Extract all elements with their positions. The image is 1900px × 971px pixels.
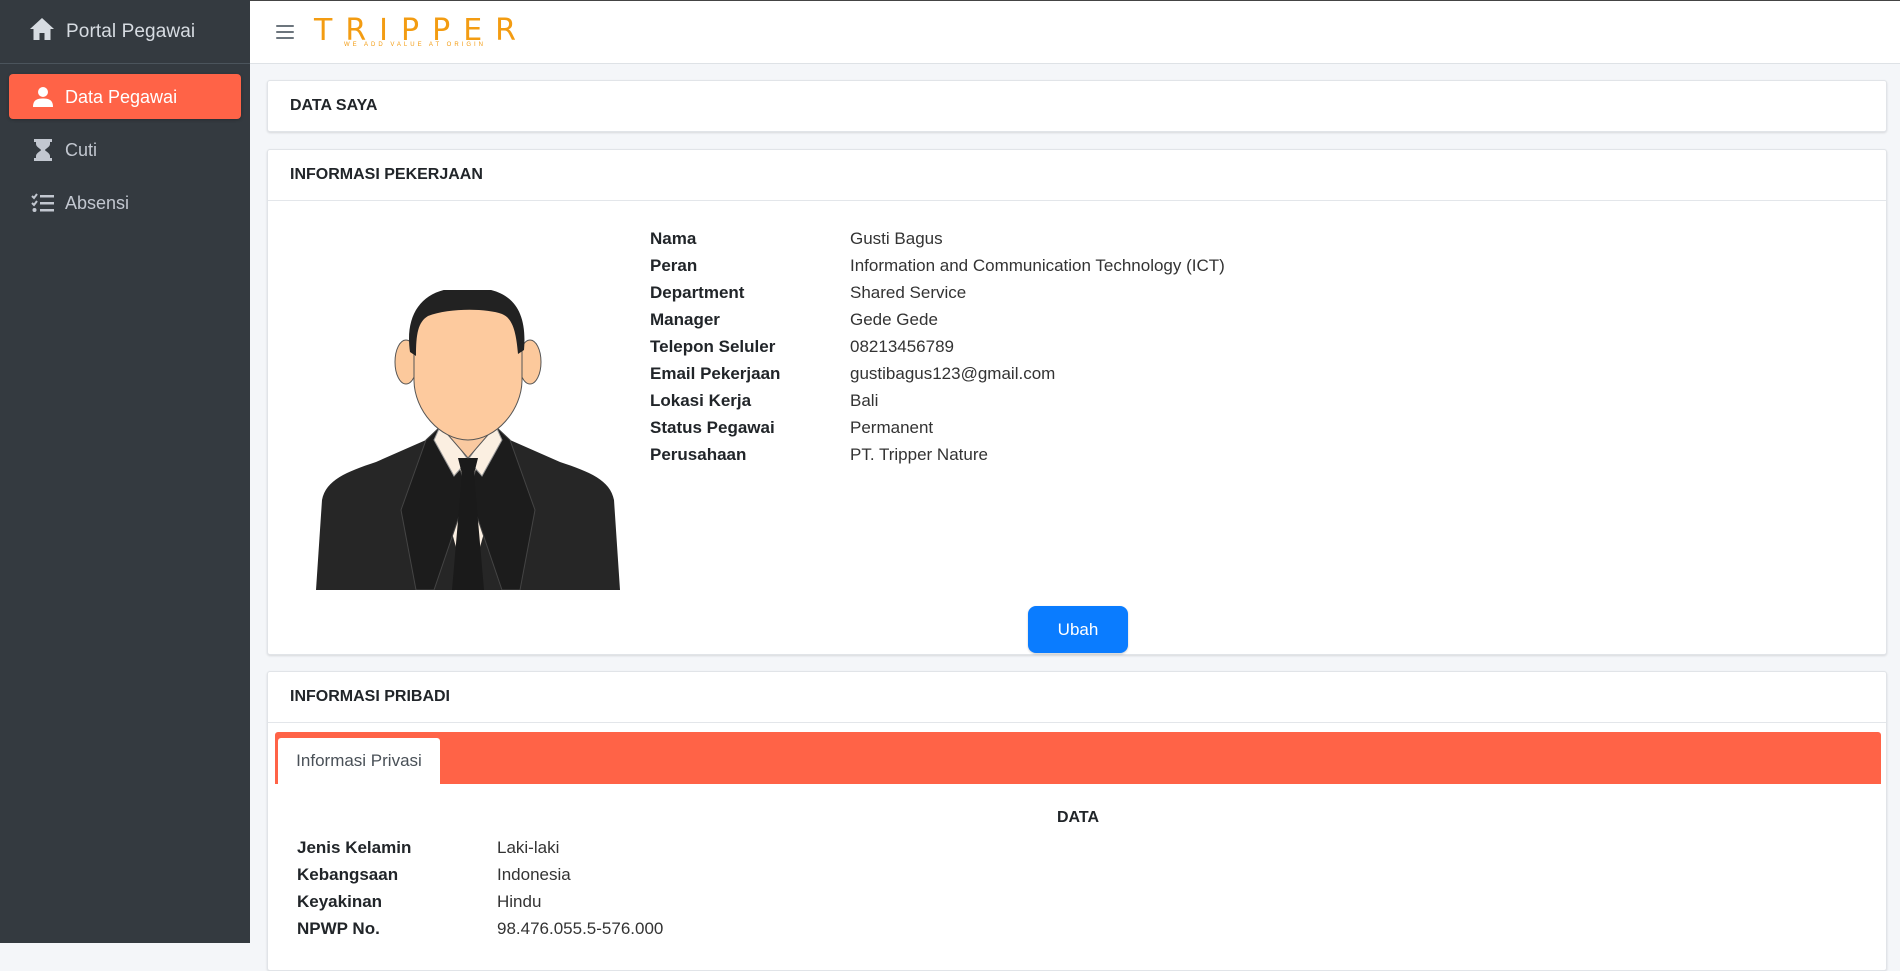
card-data-saya: DATA SAYA [267, 80, 1887, 132]
info-value: Shared Service [850, 282, 967, 302]
tab-informasi-privasi[interactable]: Informasi Privasi [278, 738, 440, 784]
info-row: NPWP No. 98.476.055.5-576.000 [297, 915, 663, 942]
card-title: INFORMASI PRIBADI [268, 672, 1886, 723]
info-label: Kebangsaan [297, 864, 399, 884]
info-label: Nama [650, 228, 697, 248]
brand-text: Portal Pegawai [66, 20, 196, 42]
info-value: Gede Gede [850, 309, 938, 329]
sidebar-item-cuti[interactable]: Cuti [9, 127, 241, 172]
info-row: Email Pekerjaan gustibagus123@gmail.com [650, 360, 1225, 387]
info-row: Kebangsaan Indonesia [297, 861, 663, 888]
info-row: Keyakinan Hindu [297, 888, 663, 915]
info-value: gustibagus123@gmail.com [850, 363, 1056, 383]
sidebar-item-label: Data Pegawai [65, 86, 178, 107]
menu-icon[interactable] [276, 25, 294, 39]
info-value: Permanent [850, 417, 934, 437]
logo-tagline: WE ADD VALUE AT ORIGIN [344, 41, 487, 48]
card-informasi-pekerjaan: INFORMASI PEKERJAAN Nama Gusti Bagus Per… [267, 149, 1887, 655]
checklist-icon [31, 191, 55, 215]
card-title: DATA SAYA [290, 97, 378, 114]
info-label: Email Pekerjaan [650, 363, 781, 383]
info-row: Lokasi Kerja Bali [650, 387, 1225, 414]
card-title: INFORMASI PEKERJAAN [268, 150, 1886, 201]
edit-button[interactable]: Ubah [1028, 606, 1128, 653]
sidebar-item-data-pegawai[interactable]: Data Pegawai [9, 74, 241, 119]
sidebar-item-label: Absensi [65, 192, 130, 213]
info-row: Peran Information and Communication Techn… [650, 252, 1225, 279]
info-row: Telepon Seluler 08213456789 [650, 333, 1225, 360]
info-row: Manager Gede Gede [650, 306, 1225, 333]
info-value: Indonesia [497, 864, 571, 884]
sidebar-item-absensi[interactable]: Absensi [9, 180, 241, 225]
info-value: Hindu [497, 891, 542, 911]
info-label: NPWP No. [297, 918, 380, 938]
info-row: Jenis Kelamin Laki-laki [297, 834, 663, 861]
employee-avatar [316, 287, 620, 591]
job-info-list: Nama Gusti Bagus Peran Information and Com… [650, 225, 1225, 468]
info-value: 98.476.055.5-576.000 [497, 918, 664, 938]
info-label: Telepon Seluler [650, 336, 776, 356]
info-value: Laki-laki [497, 837, 560, 857]
info-value: Bali [850, 390, 879, 410]
sidebar-item-label: Cuti [65, 139, 98, 160]
info-label: Peran [650, 255, 698, 275]
logo-text: TRIPPER [314, 12, 529, 48]
info-value: Information and Communication Technology… [850, 255, 1225, 275]
personal-info-list: Jenis Kelamin Laki-laki Kebangsaan Indones… [297, 834, 663, 942]
sidebar: Portal Pegawai Data Pegawai Cuti Absensi [0, 0, 250, 943]
info-row: Status Pegawai Permanent [650, 414, 1225, 441]
info-value: 08213456789 [850, 336, 955, 356]
user-icon [31, 85, 55, 109]
hourglass-icon [31, 138, 55, 162]
card-informasi-pribadi: INFORMASI PRIBADI Informasi Privasi DATA… [267, 671, 1887, 971]
info-row: Perusahaan PT. Tripper Nature [650, 441, 1225, 468]
home-icon [28, 16, 56, 47]
info-label: Status Pegawai [650, 417, 775, 437]
top-navbar: TRIPPER WE ADD VALUE AT ORIGIN [250, 0, 1900, 64]
info-label: Perusahaan [650, 444, 747, 464]
info-label: Jenis Kelamin [297, 837, 412, 857]
info-label: Lokasi Kerja [650, 390, 752, 410]
info-label: Department [650, 282, 745, 302]
info-value: Gusti Bagus [850, 228, 943, 248]
info-label: Keyakinan [297, 891, 383, 911]
info-row: Department Shared Service [650, 279, 1225, 306]
info-row: Nama Gusti Bagus [650, 225, 1225, 252]
tripper-logo: TRIPPER WE ADD VALUE AT ORIGIN [314, 12, 529, 48]
tab-bar: Informasi Privasi [275, 732, 1881, 784]
sidebar-nav: Data Pegawai Cuti Absensi [0, 64, 250, 243]
section-title: DATA [1056, 809, 1100, 826]
info-value: PT. Tripper Nature [850, 444, 988, 464]
info-label: Manager [650, 309, 720, 329]
brand-link[interactable]: Portal Pegawai [0, 0, 250, 64]
